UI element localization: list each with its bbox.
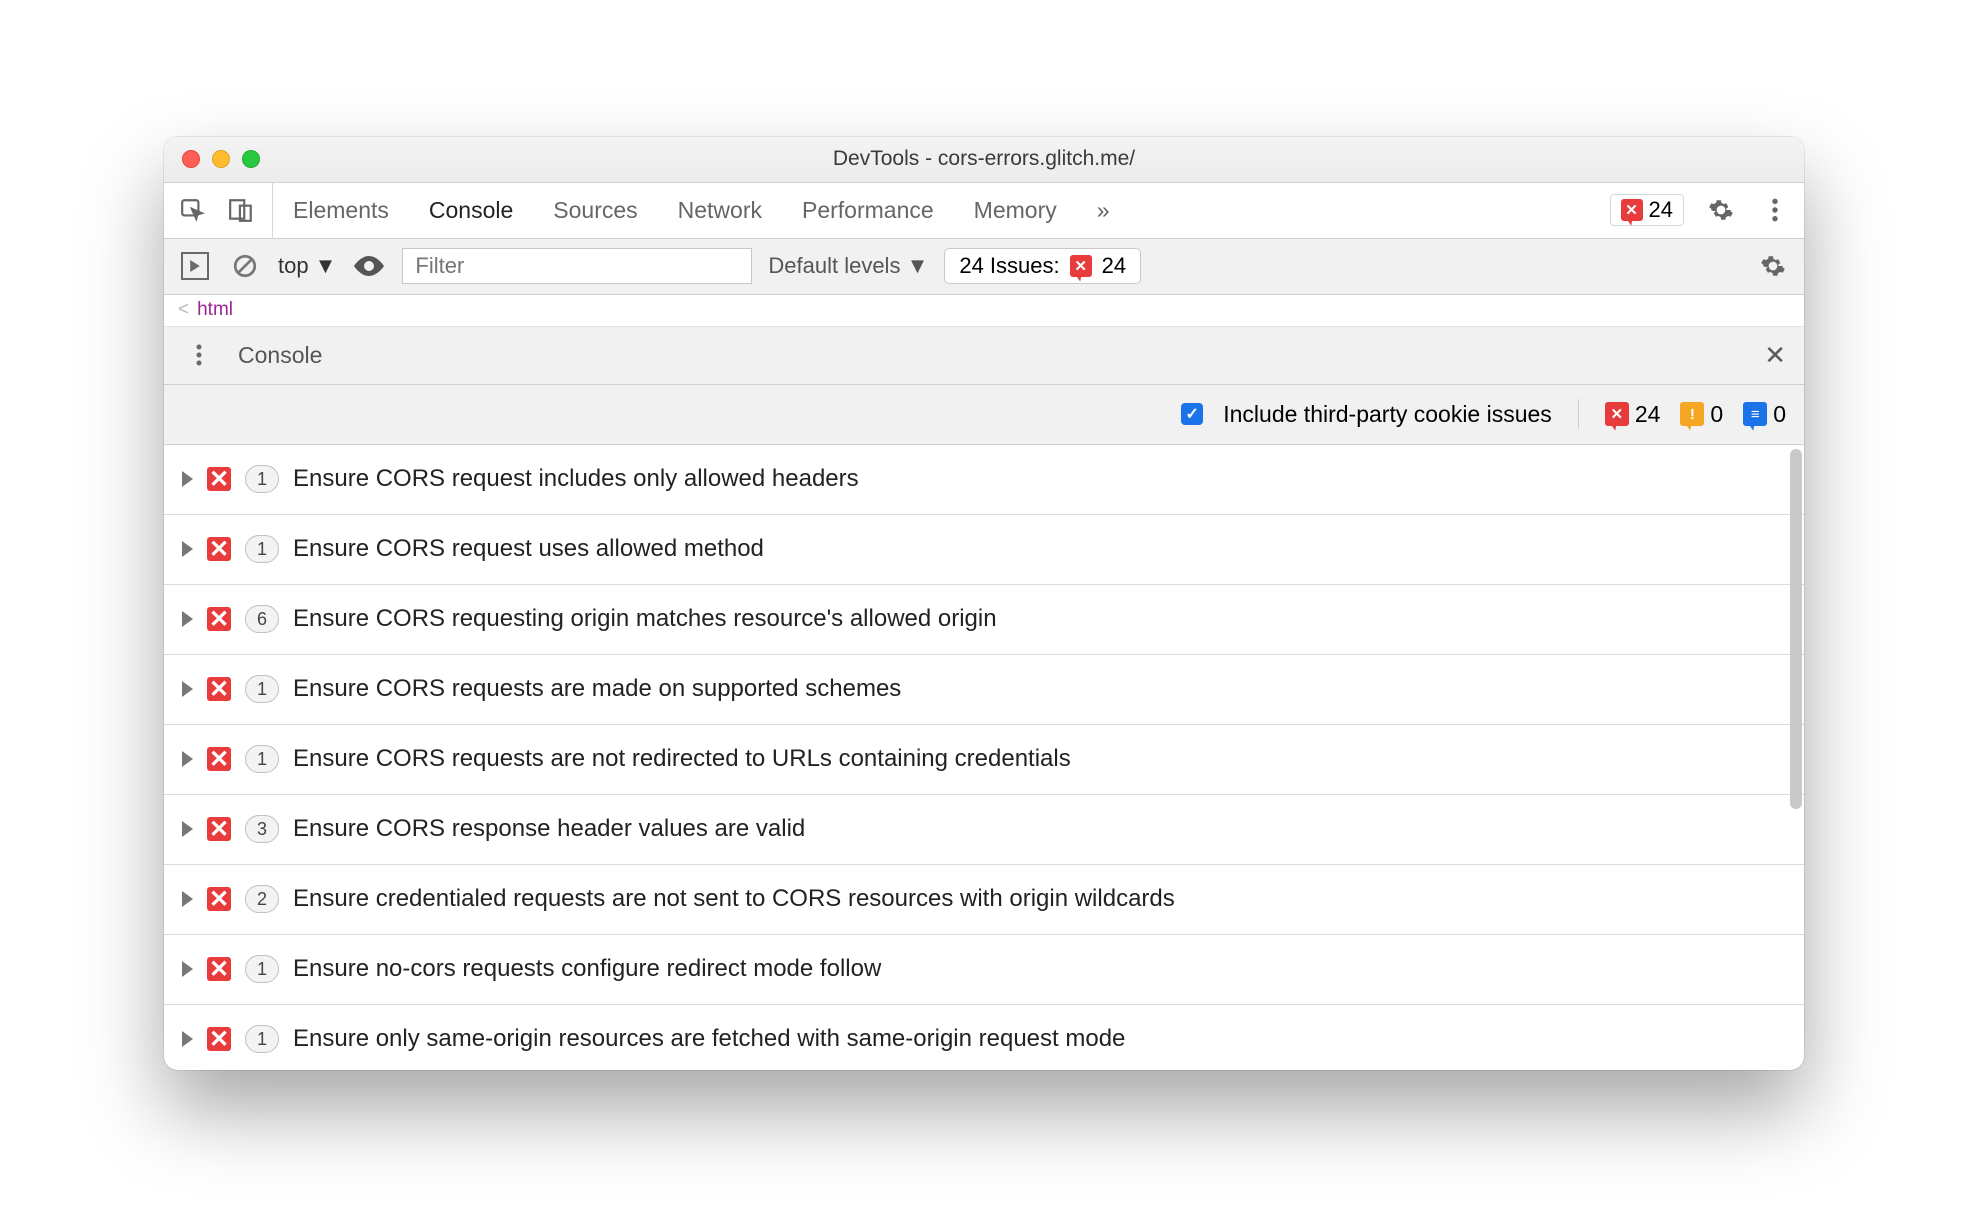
traffic-light-close[interactable]	[182, 150, 200, 168]
issue-row[interactable]: ✕ 2 Ensure credentialed requests are not s…	[164, 865, 1804, 935]
error-icon: ✕	[207, 467, 231, 491]
issue-count: 6	[245, 605, 279, 633]
settings-gear-icon[interactable]	[1704, 193, 1738, 227]
issue-count: 3	[245, 815, 279, 843]
titlebar: DevTools - cors-errors.glitch.me/	[164, 137, 1804, 183]
issues-list: ✕ 1 Ensure CORS request includes only allo…	[164, 445, 1804, 1070]
issue-count: 2	[245, 885, 279, 913]
error-icon: ✕	[207, 607, 231, 631]
issues-label: 24 Issues:	[959, 253, 1059, 279]
issues-counter[interactable]: 24 Issues: ✕ 24	[944, 248, 1141, 284]
drawer-header: Console ✕	[164, 327, 1804, 385]
issue-count: 1	[245, 675, 279, 703]
expand-triangle-icon	[182, 471, 193, 487]
error-count: 24	[1649, 197, 1673, 223]
console-toolbar: top ▼ Default levels ▼ 24 Issues: ✕ 24	[164, 239, 1804, 295]
info-icon: ≡	[1743, 402, 1767, 426]
issue-label: Ensure no-cors requests configure redire…	[293, 955, 881, 983]
issue-row[interactable]: ✕ 1 Ensure CORS request uses allowed metho…	[164, 515, 1804, 585]
issue-label: Ensure CORS request uses allowed method	[293, 535, 764, 563]
expand-triangle-icon	[182, 751, 193, 767]
traffic-light-zoom[interactable]	[242, 150, 260, 168]
log-levels-selector[interactable]: Default levels ▼	[768, 253, 928, 279]
issue-label: Ensure CORS requests are made on support…	[293, 675, 901, 703]
tab-network[interactable]: Network	[678, 183, 762, 238]
issue-label: Ensure CORS requests are not redirected …	[293, 745, 1071, 773]
error-icon: ✕	[207, 747, 231, 771]
issue-label: Ensure only same-origin resources are fe…	[293, 1025, 1125, 1053]
source-peek-row: < html	[164, 295, 1804, 327]
error-icon: ✕	[1605, 402, 1629, 426]
error-icon: ✕	[207, 817, 231, 841]
issue-row[interactable]: ✕ 1 Ensure no-cors requests configure redi…	[164, 935, 1804, 1005]
expand-triangle-icon	[182, 1031, 193, 1047]
tab-sources[interactable]: Sources	[553, 183, 637, 238]
expand-triangle-icon	[182, 961, 193, 977]
issues-subheader: ✓ Include third-party cookie issues ✕24 …	[164, 385, 1804, 445]
warning-icon: !	[1680, 402, 1704, 426]
issue-count: 1	[245, 465, 279, 493]
context-selector[interactable]: top ▼	[278, 253, 336, 279]
tab-console[interactable]: Console	[429, 183, 513, 238]
drawer-title: Console	[238, 342, 322, 369]
drawer-kebab-icon[interactable]	[182, 338, 216, 372]
issue-count: 1	[245, 955, 279, 983]
issue-row[interactable]: ✕ 6 Ensure CORS requesting origin matches …	[164, 585, 1804, 655]
live-expression-icon[interactable]	[178, 249, 212, 283]
close-drawer-icon[interactable]: ✕	[1764, 340, 1786, 371]
warning-count-badge[interactable]: !0	[1680, 401, 1723, 428]
error-badge-icon: ✕	[1070, 255, 1092, 277]
error-icon: ✕	[207, 537, 231, 561]
third-party-checkbox-label: Include third-party cookie issues	[1223, 401, 1552, 428]
eye-icon[interactable]	[352, 249, 386, 283]
device-toolbar-icon[interactable]	[224, 193, 258, 227]
tab-elements[interactable]: Elements	[293, 183, 389, 238]
expand-triangle-icon	[182, 611, 193, 627]
issue-row[interactable]: ✕ 1 Ensure CORS request includes only allo…	[164, 445, 1804, 515]
error-icon: ✕	[207, 887, 231, 911]
inspect-element-icon[interactable]	[176, 193, 210, 227]
filter-input[interactable]	[402, 248, 752, 284]
issue-count: 1	[245, 1025, 279, 1053]
issue-row[interactable]: ✕ 1 Ensure CORS requests are not redirecte…	[164, 725, 1804, 795]
issues-count: 24	[1102, 253, 1126, 279]
error-icon: ✕	[207, 677, 231, 701]
traffic-light-minimize[interactable]	[212, 150, 230, 168]
panel-tabbar: Elements Console Sources Network Perform…	[164, 183, 1804, 239]
issue-label: Ensure credentialed requests are not sen…	[293, 885, 1175, 913]
issue-count: 1	[245, 745, 279, 773]
tab-performance[interactable]: Performance	[802, 183, 934, 238]
issue-row[interactable]: ✕ 1 Ensure CORS requests are made on suppo…	[164, 655, 1804, 725]
tabs-overflow-icon[interactable]: »	[1097, 183, 1110, 238]
chevron-down-icon: ▼	[315, 253, 337, 279]
expand-triangle-icon	[182, 541, 193, 557]
issue-label: Ensure CORS request includes only allowe…	[293, 465, 859, 493]
error-counter[interactable]: ✕ 24	[1610, 194, 1684, 226]
issue-count: 1	[245, 535, 279, 563]
issue-row[interactable]: ✕ 3 Ensure CORS response header values are…	[164, 795, 1804, 865]
issue-label: Ensure CORS response header values are v…	[293, 815, 805, 843]
expand-triangle-icon	[182, 681, 193, 697]
error-badge-icon: ✕	[1621, 199, 1643, 221]
third-party-checkbox[interactable]: ✓	[1181, 403, 1203, 425]
expand-triangle-icon	[182, 821, 193, 837]
info-count-badge[interactable]: ≡0	[1743, 401, 1786, 428]
angle-bracket: <	[178, 299, 189, 321]
kebab-menu-icon[interactable]	[1758, 193, 1792, 227]
issue-label: Ensure CORS requesting origin matches re…	[293, 605, 997, 633]
console-settings-gear-icon[interactable]	[1756, 249, 1790, 283]
error-icon: ✕	[207, 1027, 231, 1051]
expand-triangle-icon	[182, 891, 193, 907]
error-icon: ✕	[207, 957, 231, 981]
clear-console-icon[interactable]	[228, 249, 262, 283]
tab-memory[interactable]: Memory	[974, 183, 1057, 238]
devtools-window: DevTools - cors-errors.glitch.me/ Elemen…	[164, 137, 1804, 1070]
window-title: DevTools - cors-errors.glitch.me/	[164, 147, 1804, 171]
error-count-badge[interactable]: ✕24	[1605, 401, 1661, 428]
scrollbar-thumb[interactable]	[1790, 449, 1802, 809]
issue-row[interactable]: ✕ 1 Ensure only same-origin resources are …	[164, 1005, 1804, 1070]
html-tag: html	[197, 299, 233, 321]
